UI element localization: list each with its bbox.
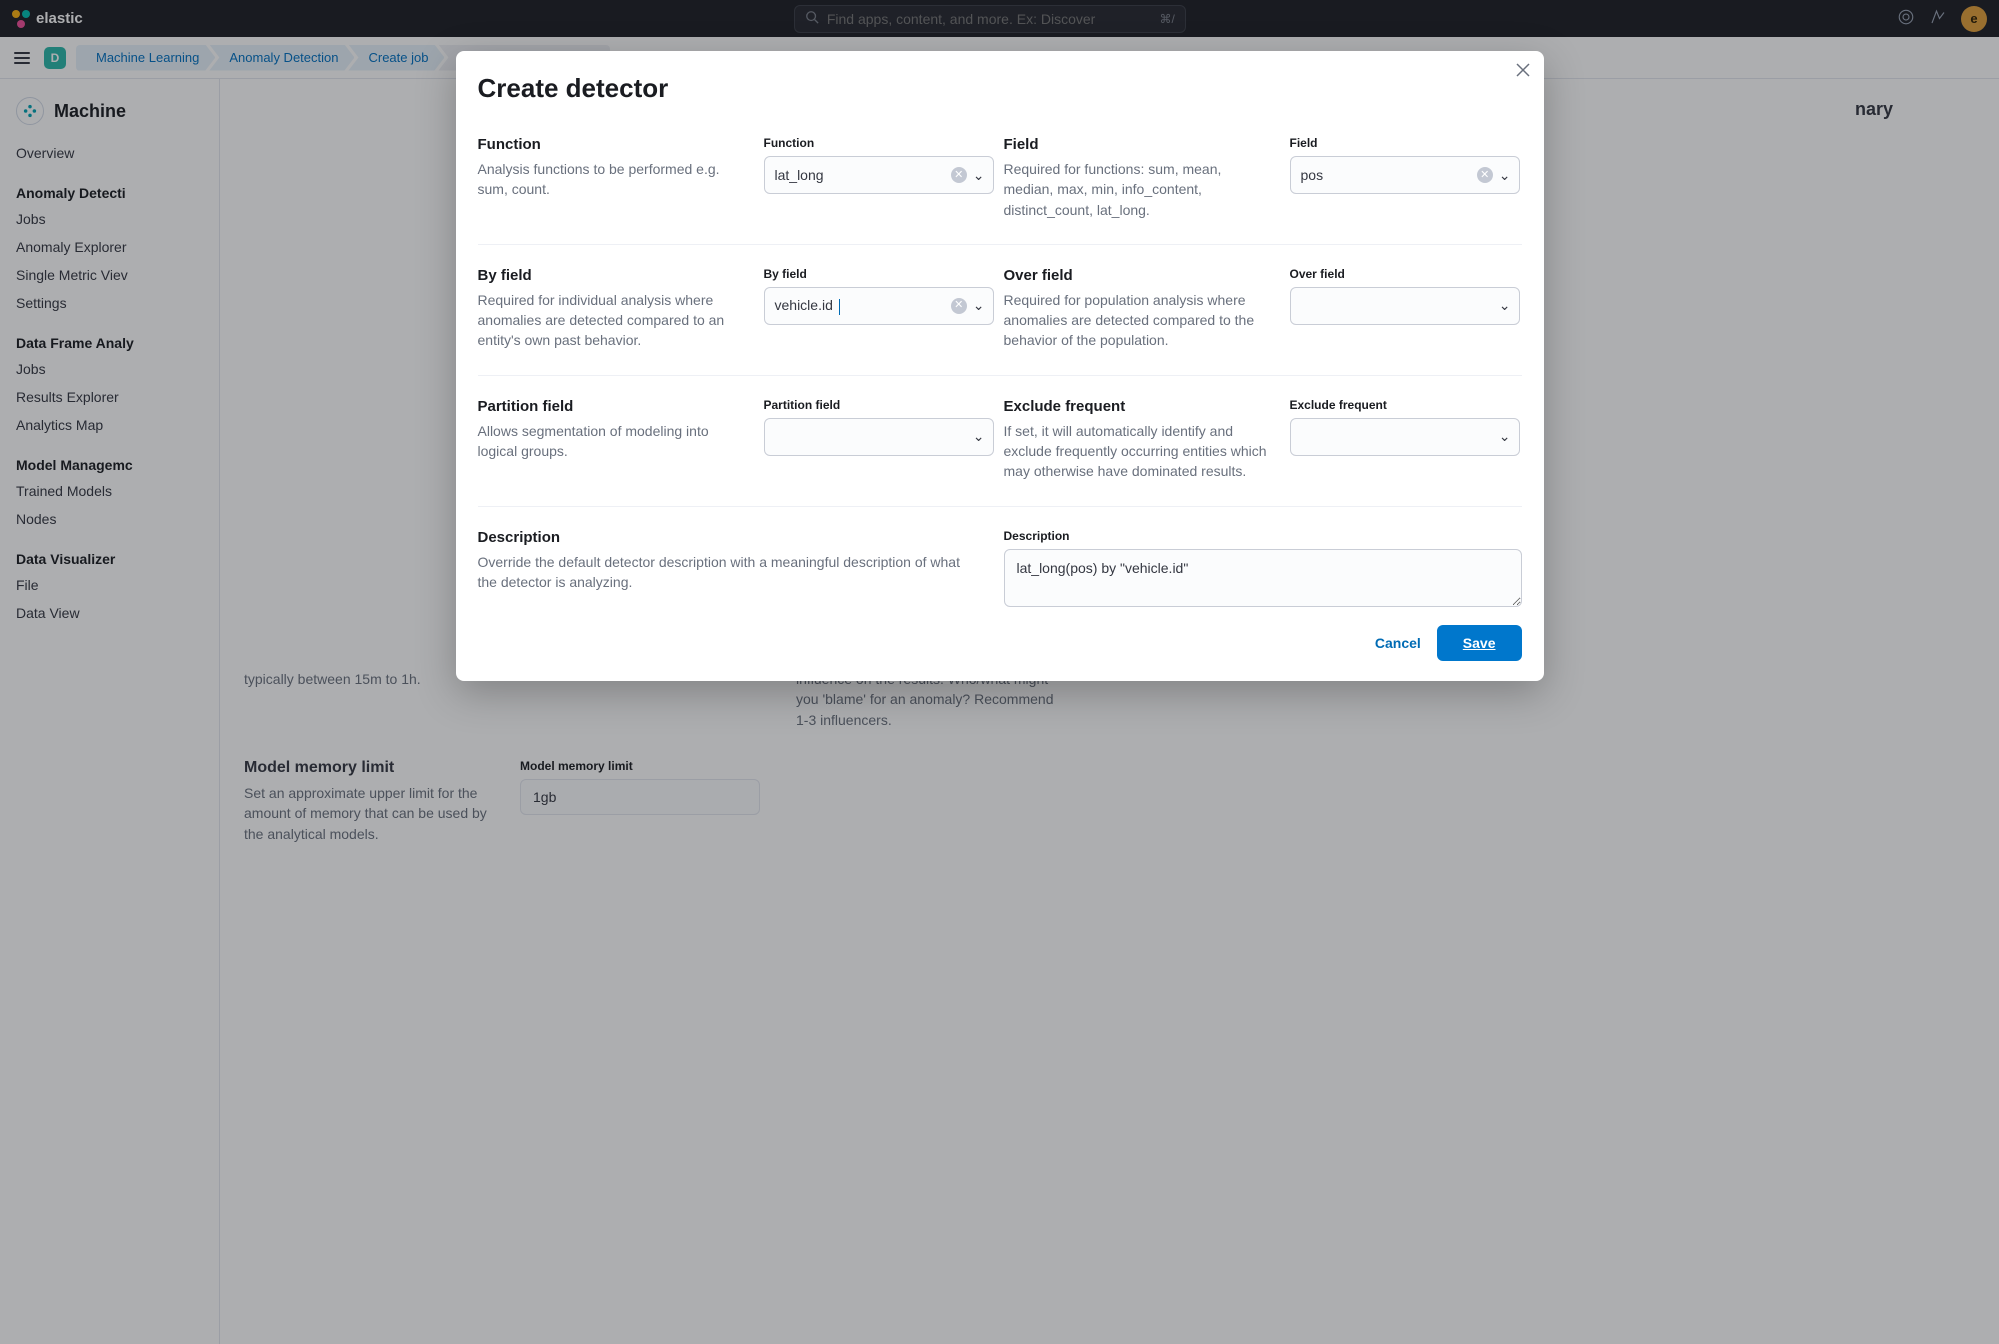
function-heading: Function xyxy=(478,136,754,153)
partition-desc: Allows segmentation of modeling into log… xyxy=(478,421,754,462)
function-combobox[interactable]: lat_long ✕ ⌄ xyxy=(764,156,994,194)
cancel-button[interactable]: Cancel xyxy=(1375,635,1421,651)
byfield-value: vehicle.id xyxy=(775,297,840,314)
byfield-combobox[interactable]: vehicle.id ✕ ⌄ xyxy=(764,287,994,325)
clear-icon[interactable]: ✕ xyxy=(951,167,967,183)
chevron-down-icon: ⌄ xyxy=(1499,297,1511,314)
overfield-label: Over field xyxy=(1290,267,1520,281)
clear-icon[interactable]: ✕ xyxy=(1477,167,1493,183)
chevron-down-icon: ⌄ xyxy=(973,297,985,314)
byfield-heading: By field xyxy=(478,267,754,284)
byfield-desc: Required for individual analysis where a… xyxy=(478,290,754,351)
chevron-down-icon: ⌄ xyxy=(973,428,985,445)
chevron-down-icon: ⌄ xyxy=(1499,428,1511,445)
description-label: Description xyxy=(1004,529,1522,543)
modal-overlay[interactable]: Create detector Function Analysis functi… xyxy=(0,0,1999,1344)
function-desc: Analysis functions to be performed e.g. … xyxy=(478,159,754,200)
exclude-label: Exclude frequent xyxy=(1290,398,1520,412)
function-value: lat_long xyxy=(775,167,824,183)
description-desc: Override the default detector descriptio… xyxy=(478,552,978,593)
field-heading: Field xyxy=(1004,136,1280,153)
overfield-desc: Required for population analysis where a… xyxy=(1004,290,1280,351)
exclude-desc: If set, it will automatically identify a… xyxy=(1004,421,1280,482)
field-combobox[interactable]: pos ✕ ⌄ xyxy=(1290,156,1520,194)
clear-icon[interactable]: ✕ xyxy=(951,298,967,314)
description-textarea[interactable] xyxy=(1004,549,1522,607)
chevron-down-icon: ⌄ xyxy=(973,167,985,184)
modal-footer: Cancel Save xyxy=(456,611,1544,681)
create-detector-modal: Create detector Function Analysis functi… xyxy=(456,51,1544,681)
partition-combobox[interactable]: ⌄ xyxy=(764,418,994,456)
partition-heading: Partition field xyxy=(478,398,754,415)
field-value: pos xyxy=(1301,167,1324,183)
chevron-down-icon: ⌄ xyxy=(1499,167,1511,184)
modal-title: Create detector xyxy=(478,73,1522,104)
overfield-combobox[interactable]: ⌄ xyxy=(1290,287,1520,325)
description-heading: Description xyxy=(478,529,994,546)
save-button[interactable]: Save xyxy=(1437,625,1522,661)
close-icon[interactable] xyxy=(1516,63,1530,80)
field-desc: Required for functions: sum, mean, media… xyxy=(1004,159,1280,220)
overfield-heading: Over field xyxy=(1004,267,1280,284)
byfield-label: By field xyxy=(764,267,994,281)
function-label: Function xyxy=(764,136,994,150)
exclude-heading: Exclude frequent xyxy=(1004,398,1280,415)
exclude-combobox[interactable]: ⌄ xyxy=(1290,418,1520,456)
field-label: Field xyxy=(1290,136,1520,150)
partition-label: Partition field xyxy=(764,398,994,412)
